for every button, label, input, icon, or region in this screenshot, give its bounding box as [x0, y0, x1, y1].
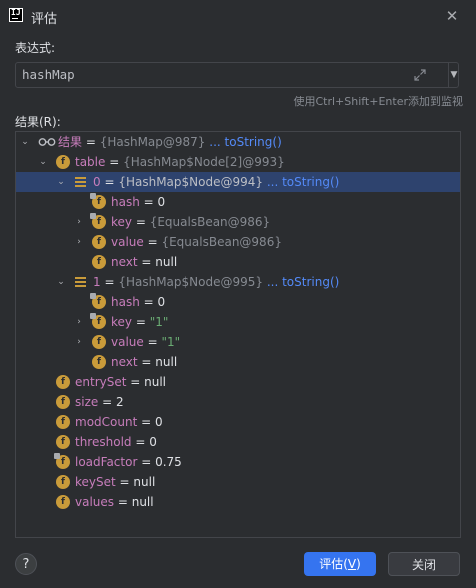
- collapse-arrow-icon[interactable]: ⌄: [20, 135, 30, 149]
- collapse-arrow-icon[interactable]: ⌄: [56, 275, 66, 289]
- tree-row-modcount[interactable]: f modCount = 0: [16, 412, 460, 432]
- tree-row-threshold[interactable]: f threshold = 0: [16, 432, 460, 452]
- expand-arrow-icon[interactable]: ›: [74, 315, 84, 329]
- add-to-watches-hint: 使用Ctrl+Shift+Enter添加到监视: [293, 95, 463, 108]
- tree-row-table[interactable]: ⌄ f table = {HashMap$Node[2]@993}: [16, 152, 460, 172]
- node-ref: {HashMap@987}: [99, 135, 206, 149]
- tree-row-node0-value[interactable]: › f value = {EqualsBean@986}: [16, 232, 460, 252]
- expression-value[interactable]: hashMap: [22, 67, 75, 82]
- field-icon: f: [92, 355, 106, 369]
- results-tree[interactable]: ⌄ 结果 = {HashMap@987} ... toString() ⌄ f …: [15, 131, 461, 538]
- intellij-logo-icon: IJ: [9, 8, 23, 22]
- expand-arrow-icon[interactable]: ›: [74, 215, 84, 229]
- window-title: 评估: [31, 12, 58, 27]
- tree-row-node0[interactable]: ⌄ 0 = {HashMap$Node@994} ... toString(): [16, 172, 460, 192]
- results-label: 结果(R):: [15, 115, 61, 129]
- final-field-icon: f: [90, 213, 106, 229]
- expression-input[interactable]: hashMap ▼: [15, 62, 459, 88]
- collapse-arrow-icon[interactable]: ⌄: [38, 155, 48, 169]
- history-dropdown-icon[interactable]: ▼: [449, 63, 459, 87]
- close-icon[interactable]: ✕: [441, 5, 463, 27]
- tree-row-loadfactor[interactable]: f loadFactor = 0.75: [16, 452, 460, 472]
- tostring-link[interactable]: ... toString(): [267, 275, 339, 289]
- final-field-icon: f: [90, 293, 106, 309]
- expand-editor-icon[interactable]: [413, 68, 427, 82]
- logo-text: IJ: [11, 8, 21, 17]
- final-field-icon: f: [90, 313, 106, 329]
- evaluate-button[interactable]: 评估(V): [304, 552, 376, 576]
- tree-row-size[interactable]: f size = 2: [16, 392, 460, 412]
- tree-row-entryset[interactable]: f entrySet = null: [16, 372, 460, 392]
- field-icon: f: [56, 415, 70, 429]
- watch-glasses-icon: [38, 138, 56, 146]
- tostring-link[interactable]: ... toString(): [209, 135, 281, 149]
- array-element-icon: [74, 275, 88, 289]
- tree-row-node0-next[interactable]: f next = null: [16, 252, 460, 272]
- title-bar: IJ 评估 ✕: [0, 0, 476, 32]
- expand-arrow-icon[interactable]: ›: [74, 335, 84, 349]
- tostring-link[interactable]: ... toString(): [267, 175, 339, 189]
- node-name: 结果: [58, 135, 83, 149]
- tree-row-values[interactable]: f values = null: [16, 492, 460, 512]
- tree-row-node1-value[interactable]: › f value = "1": [16, 332, 460, 352]
- field-icon: f: [92, 335, 106, 349]
- array-element-icon: [74, 175, 88, 189]
- tree-row-node1-hash[interactable]: f hash = 0: [16, 292, 460, 312]
- tree-row-node1[interactable]: ⌄ 1 = {HashMap$Node@995} ... toString(): [16, 272, 460, 292]
- tree-row-root[interactable]: ⌄ 结果 = {HashMap@987} ... toString(): [16, 132, 460, 152]
- help-button[interactable]: ?: [15, 553, 37, 575]
- final-field-icon: f: [54, 453, 70, 469]
- tree-row-node1-next[interactable]: f next = null: [16, 352, 460, 372]
- final-field-icon: f: [90, 193, 106, 209]
- expand-arrow-icon[interactable]: ›: [74, 235, 84, 249]
- field-icon: f: [92, 255, 106, 269]
- tree-row-node0-hash[interactable]: f hash = 0: [16, 192, 460, 212]
- close-button[interactable]: 关闭: [388, 552, 460, 576]
- expression-label: 表达式:: [15, 41, 56, 55]
- field-icon: f: [56, 475, 70, 489]
- tree-row-keyset[interactable]: f keySet = null: [16, 472, 460, 492]
- collapse-arrow-icon[interactable]: ⌄: [56, 175, 66, 189]
- tree-row-node0-key[interactable]: › f key = {EqualsBean@986}: [16, 212, 460, 232]
- tree-row-node1-key[interactable]: › f key = "1": [16, 312, 460, 332]
- field-icon: f: [92, 235, 106, 249]
- field-icon: f: [56, 395, 70, 409]
- field-icon: f: [56, 155, 70, 169]
- field-icon: f: [56, 375, 70, 389]
- field-icon: f: [56, 435, 70, 449]
- field-icon: f: [56, 495, 70, 509]
